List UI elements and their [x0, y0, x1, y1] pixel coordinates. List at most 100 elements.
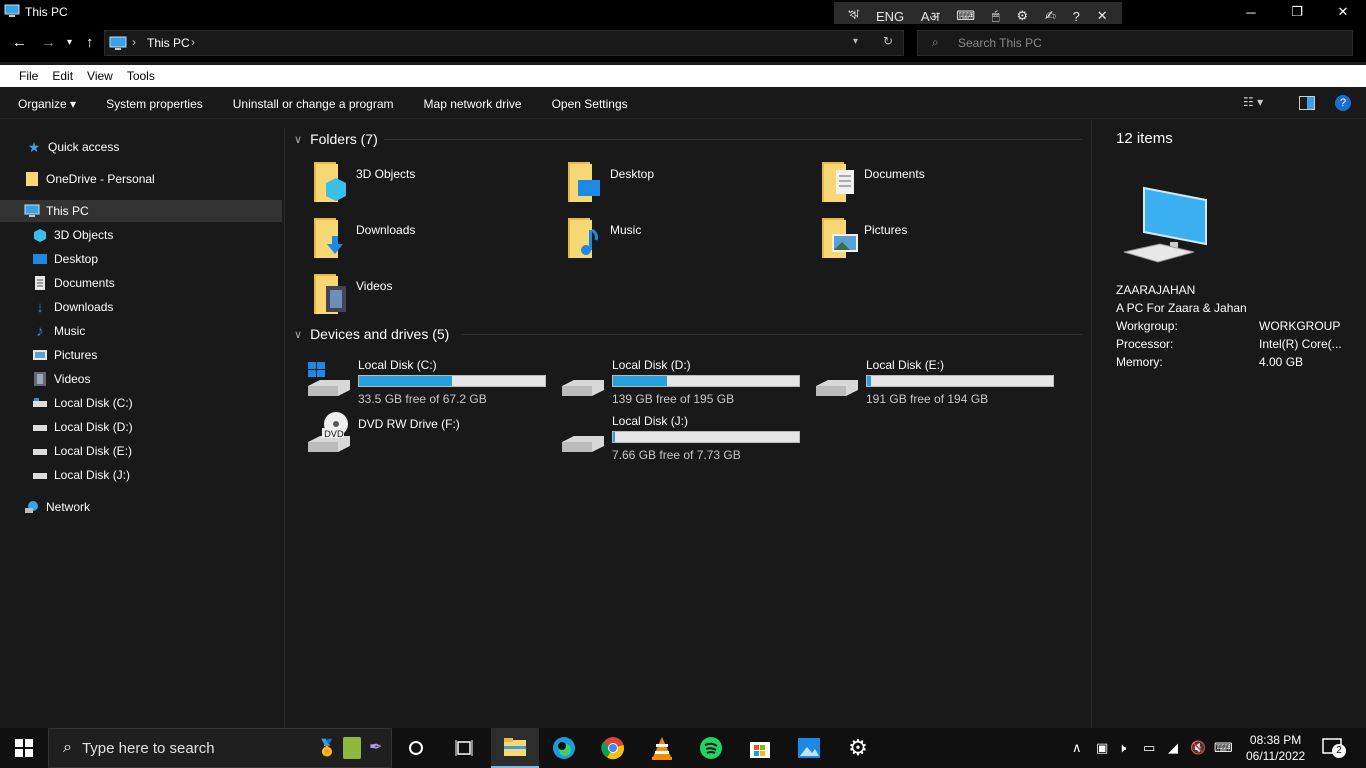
- settings-icon[interactable]: ⚙: [834, 728, 882, 768]
- nav-onedrive[interactable]: OneDrive - Personal: [0, 168, 282, 190]
- chrome-icon[interactable]: [589, 728, 637, 768]
- settings-gear-icon[interactable]: ⚙: [1017, 8, 1029, 24]
- documents-folder-icon: [822, 162, 854, 202]
- minimize-button[interactable]: ─: [1228, 0, 1274, 24]
- menu-file[interactable]: File: [19, 69, 38, 83]
- nav-documents[interactable]: Documents: [0, 272, 282, 294]
- folder-downloads[interactable]: Downloads: [312, 216, 415, 260]
- address-dropdown-icon[interactable]: ▾: [853, 36, 858, 47]
- cube-icon: [32, 227, 48, 243]
- address-bar[interactable]: › This PC › ▾ ↻: [104, 30, 904, 56]
- map-network-drive-button[interactable]: Map network drive: [424, 97, 522, 111]
- nav-network[interactable]: Network: [0, 496, 282, 518]
- content-area: ∨ Folders (7) 3D Objects Desktop Documen…: [286, 120, 1090, 728]
- menu-view[interactable]: View: [87, 69, 113, 83]
- input-mode-icon[interactable]: Aअ: [921, 7, 940, 25]
- menu-tools[interactable]: Tools: [127, 69, 155, 83]
- breadcrumb-chevron-icon[interactable]: ›: [132, 35, 136, 49]
- drive-e[interactable]: Local Disk (E:) 191 GB free of 194 GB: [814, 356, 1054, 406]
- forward-arrow-icon[interactable]: →: [41, 34, 56, 51]
- file-explorer-taskbar-icon[interactable]: [491, 728, 539, 768]
- vlc-icon[interactable]: [638, 728, 686, 768]
- desktop-icon: [32, 251, 48, 267]
- menu-edit[interactable]: Edit: [52, 69, 73, 83]
- mouse-icon[interactable]: 🖱: [992, 8, 1000, 24]
- nav-local-disk-d[interactable]: Local Disk (D:): [0, 416, 282, 438]
- search-highlight-calendar-icon[interactable]: [343, 737, 361, 759]
- search-highlight-medal-icon[interactable]: 🏅: [317, 738, 337, 758]
- svg-text:DVD: DVD: [324, 430, 344, 440]
- folder-documents[interactable]: Documents: [820, 160, 925, 204]
- folder-pictures[interactable]: Pictures: [820, 216, 907, 260]
- microsoft-store-icon[interactable]: [736, 728, 784, 768]
- refresh-icon[interactable]: ↻: [883, 34, 893, 48]
- folder-desktop[interactable]: Desktop: [566, 160, 654, 204]
- this-pc-icon: [4, 4, 20, 21]
- breadcrumb-chevron-icon[interactable]: ›: [191, 35, 195, 49]
- help-icon[interactable]: ?: [1073, 9, 1080, 24]
- wifi-icon[interactable]: ◢: [1168, 740, 1178, 756]
- folder-music[interactable]: Music: [566, 216, 641, 260]
- taskbar-search-box[interactable]: ⌕ Type here to search 🏅 ✒: [48, 728, 392, 768]
- system-properties-button[interactable]: System properties: [106, 97, 203, 111]
- nav-local-disk-c[interactable]: Local Disk (C:): [0, 392, 282, 414]
- restore-button[interactable]: ❐: [1274, 0, 1320, 24]
- nav-desktop[interactable]: Desktop: [0, 248, 282, 270]
- folder-3d-objects[interactable]: 3D Objects: [312, 160, 415, 204]
- close-button[interactable]: ✕: [1320, 0, 1366, 24]
- touch-keyboard-icon[interactable]: ⌨: [1214, 740, 1233, 756]
- organize-button[interactable]: Organize ▾: [18, 97, 76, 111]
- keyboard-icon[interactable]: ⌨: [956, 8, 975, 24]
- nav-music[interactable]: ♪ Music: [0, 320, 282, 342]
- cortana-icon[interactable]: [392, 728, 440, 768]
- drive-f-dvd[interactable]: DVD DVD RW Drive (F:): [306, 410, 460, 454]
- spotify-icon[interactable]: [687, 728, 735, 768]
- handwriting-icon[interactable]: ✍: [1045, 8, 1056, 24]
- up-arrow-icon[interactable]: ↑: [86, 34, 94, 51]
- folder-videos[interactable]: Videos: [312, 272, 392, 316]
- nav-this-pc[interactable]: This PC: [0, 200, 282, 222]
- show-hidden-icons-chevron[interactable]: ∧: [1072, 740, 1082, 756]
- nav-local-disk-e[interactable]: Local Disk (E:): [0, 440, 282, 462]
- nav-videos[interactable]: Videos: [0, 368, 282, 390]
- preview-pane-icon[interactable]: [1299, 96, 1315, 113]
- search-highlight-feather-icon[interactable]: ✒: [369, 737, 382, 757]
- hard-drive-icon: [562, 436, 604, 452]
- volume-muted-icon[interactable]: 🔇: [1190, 740, 1206, 756]
- meet-now-icon[interactable]: ▣: [1096, 740, 1108, 756]
- computer-name: ZAARAJAHAN: [1116, 283, 1196, 297]
- help-icon[interactable]: ?: [1335, 95, 1351, 111]
- collapse-chevron-icon[interactable]: ∨: [294, 133, 302, 146]
- search-box[interactable]: ⌕ Search This PC: [917, 30, 1353, 56]
- langbar-close-icon[interactable]: ✕: [1097, 8, 1108, 24]
- folders-group-header[interactable]: ∨ Folders (7): [294, 131, 378, 147]
- drives-group-header[interactable]: ∨ Devices and drives (5): [294, 326, 449, 342]
- drive-d[interactable]: Local Disk (D:) 139 GB free of 195 GB: [560, 356, 800, 406]
- back-arrow-icon[interactable]: ←: [12, 34, 27, 51]
- task-view-icon[interactable]: [440, 728, 488, 768]
- open-settings-button[interactable]: Open Settings: [552, 97, 628, 111]
- nav-downloads[interactable]: ↓ Downloads: [0, 296, 282, 318]
- mic-muted-icon[interactable]: 🕨: [1118, 740, 1126, 756]
- edge-icon[interactable]: [540, 728, 588, 768]
- taskbar-clock[interactable]: 08:38 PM 06/11/2022: [1246, 732, 1305, 764]
- drive-c[interactable]: Local Disk (C:) 33.5 GB free of 67.2 GB: [306, 356, 546, 406]
- change-view-icon[interactable]: ☷ ▾: [1243, 95, 1263, 109]
- notification-center-icon[interactable]: 2: [1322, 738, 1346, 758]
- nav-3d-objects[interactable]: 3D Objects: [0, 224, 282, 246]
- nav-local-disk-j[interactable]: Local Disk (J:): [0, 464, 282, 486]
- recent-locations-chevron-icon[interactable]: ▾: [67, 37, 72, 48]
- language-indicator[interactable]: ENG: [876, 9, 904, 24]
- collapse-chevron-icon[interactable]: ∨: [294, 328, 302, 341]
- nav-quick-access[interactable]: ★ Quick access: [0, 136, 282, 158]
- breadcrumb-this-pc[interactable]: This PC: [147, 36, 190, 50]
- drive-e-usage-bar: [866, 375, 1054, 387]
- pictures-folder-icon: [822, 218, 858, 258]
- battery-icon[interactable]: ▭: [1143, 740, 1155, 756]
- pictures-icon: [32, 347, 48, 363]
- start-button[interactable]: [0, 728, 48, 768]
- photos-icon[interactable]: [785, 728, 833, 768]
- nav-pictures[interactable]: Pictures: [0, 344, 282, 366]
- uninstall-program-button[interactable]: Uninstall or change a program: [233, 97, 394, 111]
- drive-j[interactable]: Local Disk (J:) 7.66 GB free of 7.73 GB: [560, 412, 800, 462]
